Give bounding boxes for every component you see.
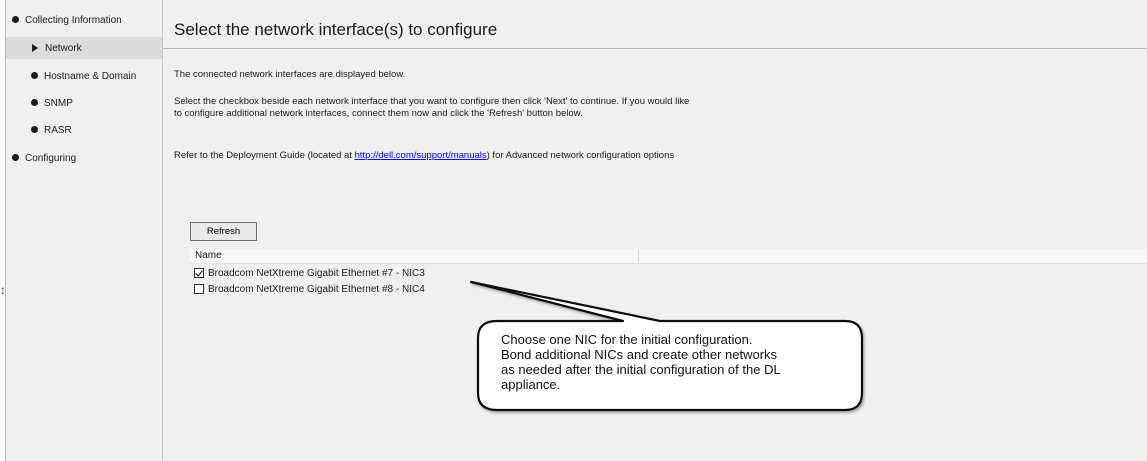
callout-text: Choose one NIC for the initial configura…	[501, 332, 861, 392]
callout-line: Choose one NIC for the initial configura…	[501, 332, 753, 347]
resize-cursor-icon: ↕	[0, 283, 6, 297]
callout-line: appliance.	[501, 377, 561, 392]
callout-line: Bond additional NICs and create other ne…	[501, 347, 778, 362]
callout-line: as needed after the initial configuratio…	[501, 362, 781, 377]
